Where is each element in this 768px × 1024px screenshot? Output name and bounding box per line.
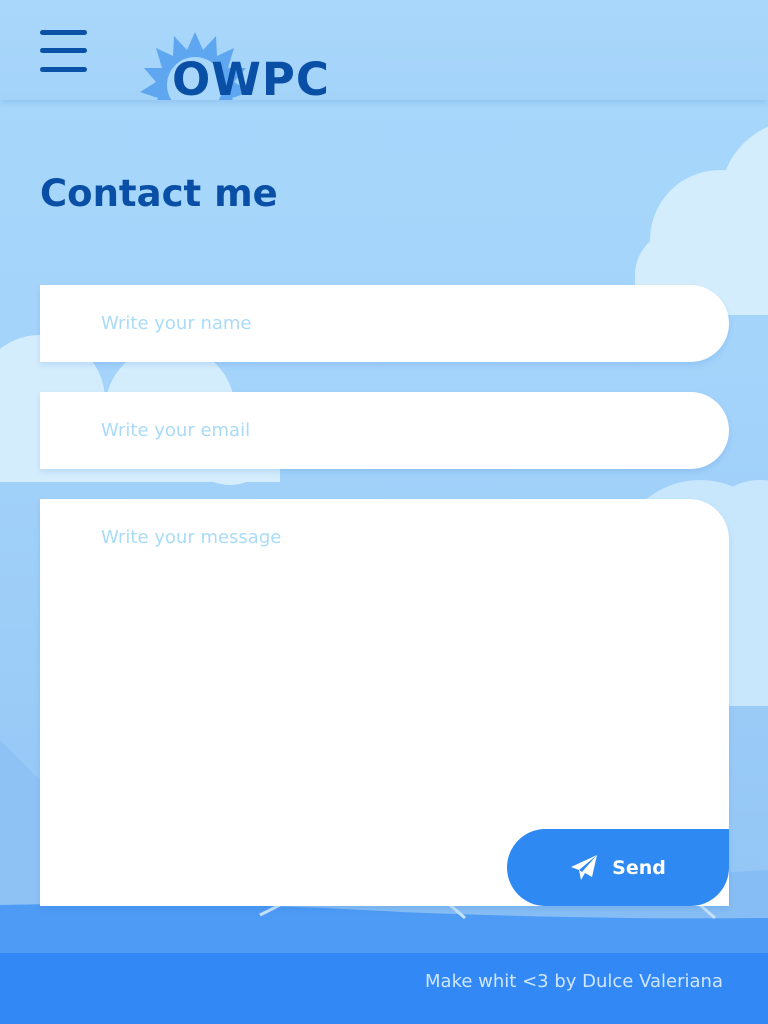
send-button[interactable]: Send [507,829,729,906]
page-title: Contact me [40,172,278,215]
send-label: Send [612,856,666,879]
header-bar: OWPC [0,0,768,100]
logo-text: OWPC [172,53,330,101]
email-input[interactable] [40,392,729,469]
hamburger-menu-icon[interactable] [40,30,87,72]
name-input[interactable] [40,285,729,362]
paper-plane-icon [571,854,598,880]
footer-credit: Make whit <3 by Dulce Valeriana [425,971,723,992]
logo[interactable]: OWPC [140,28,340,100]
footer: Make whit <3 by Dulce Valeriana [0,953,768,1024]
name-field[interactable] [40,285,729,362]
email-field[interactable] [40,392,729,469]
